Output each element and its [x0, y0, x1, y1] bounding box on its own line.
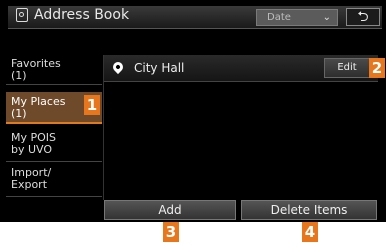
sidebar-item-count: (1) — [11, 69, 27, 82]
places-list: City Hall Edit — [103, 55, 378, 200]
address-book-icon — [16, 8, 28, 22]
page-title: Address Book — [34, 7, 130, 23]
list-item[interactable]: City Hall Edit — [104, 55, 378, 82]
back-icon: ⮌ — [357, 9, 369, 25]
sidebar-item-import-export[interactable]: Import/ Export — [6, 163, 102, 197]
sidebar-item-favorites[interactable]: Favorites (1) — [6, 55, 102, 85]
sidebar-item-sublabel: Export — [11, 178, 48, 191]
add-button[interactable]: Add — [104, 200, 236, 220]
nav-screen: Address Book Date ⌄ ⮌ Favorites (1) My P… — [0, 0, 386, 222]
edit-button[interactable]: Edit — [324, 58, 370, 78]
sidebar: Favorites (1) My Places (1) My POIS by U… — [6, 55, 102, 215]
sidebar-item-my-pois[interactable]: My POIS by UVO — [6, 128, 102, 162]
delete-items-button[interactable]: Delete Items — [241, 200, 377, 220]
callout-marker: 4 — [302, 222, 318, 242]
pin-icon — [110, 59, 126, 75]
callout-marker: 1 — [84, 95, 100, 115]
sort-dropdown[interactable]: Date ⌄ — [256, 9, 338, 26]
header-inner: Address Book Date ⌄ ⮌ — [8, 6, 382, 29]
callout-marker: 2 — [369, 58, 385, 78]
back-button[interactable]: ⮌ — [346, 8, 380, 26]
chevron-down-icon: ⌄ — [322, 12, 331, 23]
sort-dropdown-label: Date — [267, 12, 291, 23]
callout-marker: 3 — [163, 222, 179, 242]
header-bar: Address Book Date ⌄ ⮌ — [2, 0, 382, 29]
place-name: City Hall — [134, 61, 185, 75]
sidebar-item-sublabel: by UVO — [11, 143, 53, 156]
